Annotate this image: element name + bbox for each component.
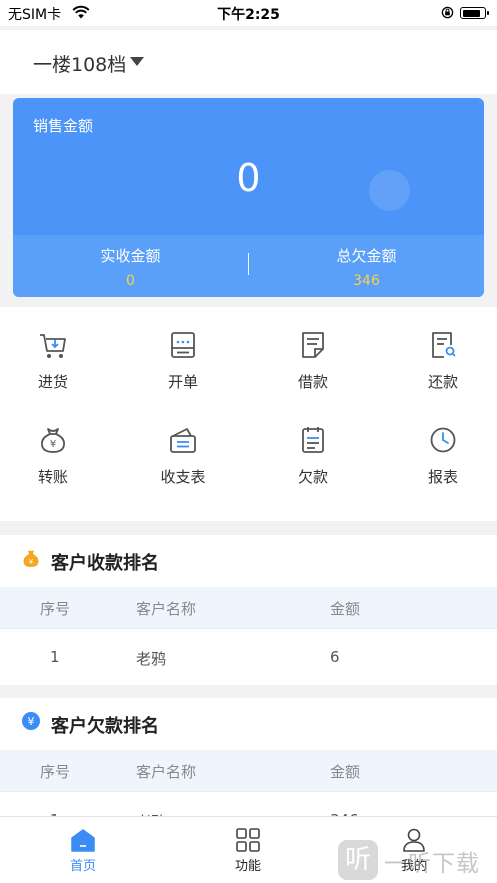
cart-icon: [40, 334, 66, 358]
cell-index: 1: [50, 648, 60, 666]
section-header: ¥ 客户欠款排名: [0, 698, 497, 750]
battery-fill: [462, 9, 480, 17]
received-amount-block: 实收金额 0: [13, 245, 248, 289]
section-title: 客户欠款排名: [51, 716, 159, 737]
watermark: 听 一听下载: [338, 836, 497, 883]
column-header-index: 序号: [40, 763, 71, 781]
store-selector[interactable]: 一楼108档: [0, 30, 497, 94]
home-icon: [71, 829, 95, 852]
app-screen: 无SIM卡 下午2:25 一楼108档 销售金额 0 实收金额 0 总欠金额 3…: [0, 0, 497, 883]
tab-label: 功能: [234, 859, 261, 874]
svg-text:¥: ¥: [29, 558, 34, 566]
money-bag-icon: ¥: [23, 550, 39, 567]
function-grid: 进货 开单 借款 还款 ¥ 转账 收支表 欠款 报表: [0, 307, 497, 521]
receipts-ranking-section: ¥ 客户收款排名 序号 客户名称 金额 1 老鸦 6: [0, 535, 497, 685]
column-header-index: 序号: [40, 600, 71, 618]
grid-item-label: 进货: [37, 373, 68, 391]
sales-amount: 0: [236, 156, 261, 200]
grid-item-label: 还款: [427, 373, 458, 391]
grid-item-label: 报表: [427, 468, 458, 486]
clipboard-icon: [302, 427, 324, 453]
grid-item-label: 收支表: [160, 468, 206, 486]
owed-value: 346: [353, 273, 380, 289]
received-label: 实收金额: [100, 247, 161, 265]
status-time: 下午2:25: [217, 7, 280, 23]
grid-item-debt[interactable]: 欠款: [251, 424, 375, 520]
store-name: 一楼108档: [33, 54, 127, 76]
calculator-icon: [171, 332, 195, 358]
watermark-logo: 听: [338, 840, 378, 880]
grid-item-label: 开单: [167, 373, 198, 391]
grid-item-label: 欠款: [297, 468, 328, 486]
status-bar: 无SIM卡 下午2:25: [0, 0, 497, 26]
svg-text:¥: ¥: [50, 439, 56, 450]
owed-label: 总欠金额: [336, 247, 397, 265]
tab-functions[interactable]: 功能: [188, 827, 308, 874]
grid-icon: [236, 828, 260, 852]
column-header-customer: 客户名称: [136, 600, 197, 618]
wallet-icon: [170, 428, 196, 453]
watermark-text: 一听下载: [384, 851, 480, 877]
section-title: 客户收款排名: [51, 553, 159, 574]
grid-item-cashflow[interactable]: 收支表: [121, 424, 245, 520]
document-search-icon: [432, 332, 456, 358]
table-row[interactable]: 1 老鸦 6: [0, 628, 497, 685]
money-bag-icon: ¥: [41, 428, 65, 453]
section-header: ¥ 客户收款排名: [0, 535, 497, 587]
dropdown-caret-icon: [130, 57, 144, 66]
owed-amount-block: 总欠金额 346: [249, 245, 484, 289]
grid-item-reports[interactable]: 报表: [381, 424, 497, 520]
column-header-amount: 金额: [330, 600, 361, 618]
yuan-circle-icon: ¥: [22, 712, 40, 730]
grid-item-label: 转账: [37, 468, 68, 486]
clock-icon: [430, 427, 456, 453]
column-header-amount: 金额: [330, 763, 361, 781]
grid-item-billing[interactable]: 开单: [121, 329, 245, 425]
sales-title: 销售金额: [33, 117, 94, 135]
tab-label: 首页: [69, 859, 96, 874]
rotation-lock-icon: [441, 6, 454, 19]
cell-customer: 老鸦: [136, 650, 167, 668]
svg-text:¥: ¥: [28, 715, 35, 728]
sales-breakdown: 实收金额 0 总欠金额 346: [13, 235, 484, 297]
grid-item-label: 借款: [297, 373, 328, 391]
table-header: 序号 客户名称 金额: [0, 587, 497, 628]
tab-home[interactable]: 首页: [23, 827, 143, 874]
received-value: 0: [126, 273, 135, 289]
grid-item-repay[interactable]: 还款: [381, 329, 497, 425]
grid-item-transfer[interactable]: ¥ 转账: [0, 424, 115, 520]
grid-item-borrow[interactable]: 借款: [251, 329, 375, 425]
battery-icon: [460, 7, 489, 19]
decorative-bubble: [369, 170, 410, 211]
sales-summary-card: 销售金额 0 实收金额 0 总欠金额 346: [13, 98, 484, 297]
document-icon: [302, 332, 324, 358]
column-header-customer: 客户名称: [136, 763, 197, 781]
cell-amount: 6: [330, 648, 340, 666]
table-header: 序号 客户名称 金额: [0, 750, 497, 791]
grid-item-purchase[interactable]: 进货: [0, 329, 115, 425]
